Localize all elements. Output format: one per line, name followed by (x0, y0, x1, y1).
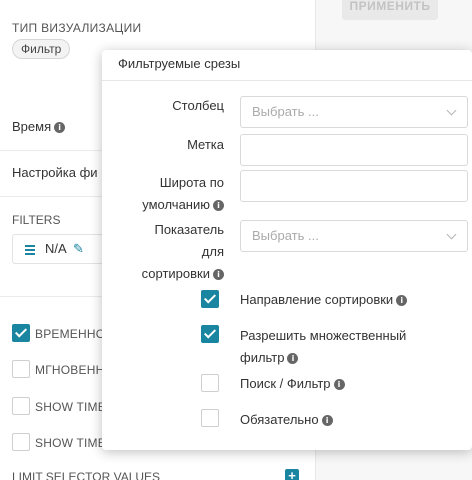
viz-type-chip[interactable]: Фильтр (12, 39, 71, 59)
viz-type-label: ТИП ВИЗУАЛИЗАЦИИ (12, 21, 142, 35)
multiple-filter-label-line1: Разрешить множественный (240, 328, 407, 343)
time-section[interactable]: Время i (12, 119, 66, 134)
label-input[interactable] (240, 134, 468, 166)
column-label: Столбец (172, 98, 224, 113)
menu-icon[interactable] (25, 245, 35, 257)
sort-metric-select[interactable]: Выбрать ... (240, 220, 468, 252)
checkbox-show-time-1[interactable] (12, 397, 30, 415)
default-width-input[interactable] (240, 170, 468, 202)
sort-direction-label: Направление сортировки i (240, 289, 460, 311)
info-icon: i (54, 122, 66, 134)
multiple-filter-checkbox[interactable] (201, 325, 219, 343)
plus-icon[interactable]: + (285, 469, 299, 480)
filter-slice-popover: Фильтруемые срезы Столбец Выбрать ... Ме… (102, 50, 472, 450)
checkbox-show-time-2[interactable] (12, 433, 30, 451)
column-select-placeholder: Выбрать ... (252, 104, 319, 119)
divider (102, 80, 472, 81)
search-filter-label: Поиск / Фильтр i (240, 373, 460, 395)
search-filter-checkbox[interactable] (201, 374, 219, 392)
default-width-label-line2: умолчанию i (102, 194, 224, 216)
info-icon: i (333, 379, 345, 391)
sort-metric-label-line1: Показатель (154, 222, 224, 237)
sort-direction-checkbox[interactable] (201, 290, 219, 308)
sort-metric-label-line2: для (201, 244, 224, 259)
filter-settings-section[interactable]: Настройка фи (12, 165, 98, 180)
info-icon: i (213, 200, 224, 212)
checkbox-show-time-2-label: SHOW TIME (35, 436, 106, 450)
label-label: Метка (187, 137, 224, 152)
checkbox-show-time-1-label: SHOW TIME (35, 400, 106, 414)
info-icon: i (213, 269, 224, 281)
filter-item-label: N/A (45, 241, 67, 256)
info-icon: i (396, 295, 408, 307)
info-icon: i (321, 415, 333, 427)
time-label: Время (12, 119, 52, 134)
checkbox-temporal-label: ВРЕМЕННО (35, 327, 106, 341)
dialog-title: Фильтруемые срезы (118, 56, 241, 71)
multiple-filter-label-line2: фильтр i (240, 347, 460, 369)
edit-icon[interactable]: ✎ (73, 242, 87, 256)
limit-selector-label: LIMIT SELECTOR VALUES (12, 470, 161, 480)
checkbox-instant[interactable] (12, 360, 30, 378)
default-width-label: Широта по умолчанию i (102, 172, 224, 216)
filters-label: FILTERS (12, 213, 61, 227)
column-select[interactable]: Выбрать ... (240, 96, 468, 128)
sort-metric-label: Показатель для сортировки i (102, 219, 224, 285)
required-label: Обязательно i (240, 409, 460, 431)
info-icon: i (287, 353, 299, 365)
checkbox-temporal[interactable] (12, 324, 30, 342)
required-checkbox[interactable] (201, 409, 219, 427)
chevron-down-icon (446, 229, 457, 240)
sort-metric-label-line3: сортировки i (102, 263, 224, 285)
default-width-label-line1: Широта по (159, 175, 224, 190)
chevron-down-icon (446, 105, 457, 116)
multiple-filter-label: Разрешить множественный фильтр i (240, 325, 460, 369)
apply-button[interactable]: ПРИМЕНИТЬ (342, 0, 438, 20)
checkbox-instant-label: МГНОВЕНН (35, 363, 105, 377)
sort-metric-select-placeholder: Выбрать ... (252, 228, 319, 243)
